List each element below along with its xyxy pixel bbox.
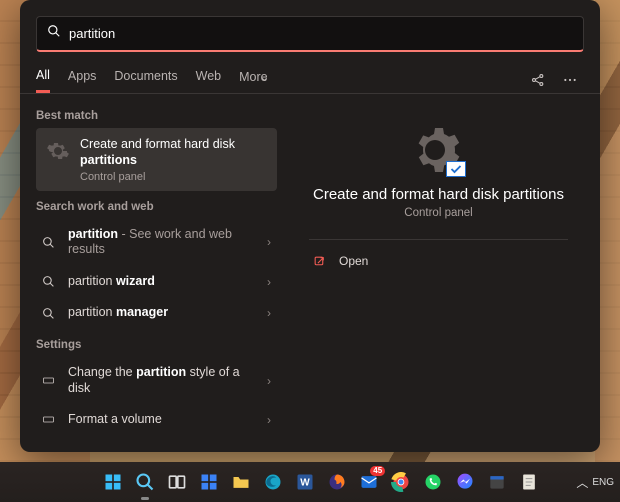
tray-chevron-icon[interactable]: ︿ (576, 474, 588, 491)
disk-icon (38, 375, 58, 387)
disk-icon (38, 414, 58, 426)
web-result[interactable]: partition - See work and web results › (36, 219, 277, 266)
check-icon (446, 161, 466, 177)
tab-all[interactable]: All (36, 68, 50, 93)
preview-title: Create and format hard disk partitions (313, 186, 564, 203)
web-result-text: partition - See work and web results (68, 227, 257, 258)
open-label: Open (339, 254, 368, 268)
search-icon (38, 236, 58, 249)
search-icon (47, 24, 61, 43)
settings-result-text: Change the partition style of a disk (68, 365, 257, 396)
task-view-button[interactable] (163, 468, 191, 496)
open-icon (311, 255, 327, 268)
best-match-subtitle: Control panel (80, 171, 267, 183)
section-settings: Settings (36, 339, 277, 351)
chevron-right-icon: › (267, 275, 271, 289)
chevron-right-icon: › (267, 306, 271, 320)
badge: 45 (370, 466, 385, 476)
web-result[interactable]: partition wizard › (36, 266, 277, 298)
firefox-button[interactable] (323, 468, 351, 496)
whatsapp-button[interactable] (419, 468, 447, 496)
section-search-web: Search work and web (36, 201, 277, 213)
calendar-button[interactable] (483, 468, 511, 496)
language-indicator[interactable]: ENG (592, 477, 614, 488)
search-button[interactable] (131, 468, 159, 496)
web-result-text: partition manager (68, 305, 257, 321)
search-panel: partition All Apps Documents Web More ⌄ … (20, 0, 600, 452)
start-button[interactable] (99, 468, 127, 496)
svg-text:W: W (300, 477, 310, 488)
best-match-result[interactable]: Create and format hard disk partitions C… (36, 128, 277, 191)
preview-pane: Create and format hard disk partitions C… (309, 110, 568, 219)
word-button[interactable]: W (291, 468, 319, 496)
web-result-text: partition wizard (68, 274, 257, 290)
gear-icon (46, 139, 70, 163)
best-match-title: Create and format hard disk partitions (80, 136, 267, 169)
open-action[interactable]: Open (309, 250, 568, 272)
search-query: partition (69, 26, 115, 41)
chevron-right-icon: › (267, 235, 271, 249)
tab-documents[interactable]: Documents (114, 69, 177, 91)
search-icon (38, 307, 58, 320)
preview-subtitle: Control panel (404, 207, 472, 219)
share-icon[interactable] (524, 66, 552, 94)
tab-more[interactable]: More ⌄ (239, 69, 269, 92)
section-best-match: Best match (36, 110, 277, 122)
explorer-button[interactable] (227, 468, 255, 496)
chevron-right-icon: › (267, 374, 271, 388)
settings-result[interactable]: Change the partition style of a disk › (36, 357, 277, 404)
chevron-down-icon: ⌄ (259, 70, 269, 84)
gear-check-icon (415, 126, 463, 174)
settings-result[interactable]: Format a volume › (36, 404, 277, 434)
messenger-button[interactable] (451, 468, 479, 496)
more-options-icon[interactable] (556, 66, 584, 94)
chrome-button[interactable] (387, 468, 415, 496)
web-result[interactable]: partition manager › (36, 297, 277, 329)
tab-apps[interactable]: Apps (68, 69, 97, 91)
settings-result-text: Format a volume (68, 412, 257, 428)
taskbar: W 45 ︿ ENG (0, 462, 620, 502)
search-icon (38, 275, 58, 288)
chevron-right-icon: › (267, 413, 271, 427)
mail-button[interactable]: 45 (355, 468, 383, 496)
edge-button[interactable] (259, 468, 287, 496)
notepad-button[interactable] (515, 468, 543, 496)
widgets-button[interactable] (195, 468, 223, 496)
tab-web[interactable]: Web (196, 69, 221, 91)
search-box[interactable]: partition (36, 16, 584, 52)
